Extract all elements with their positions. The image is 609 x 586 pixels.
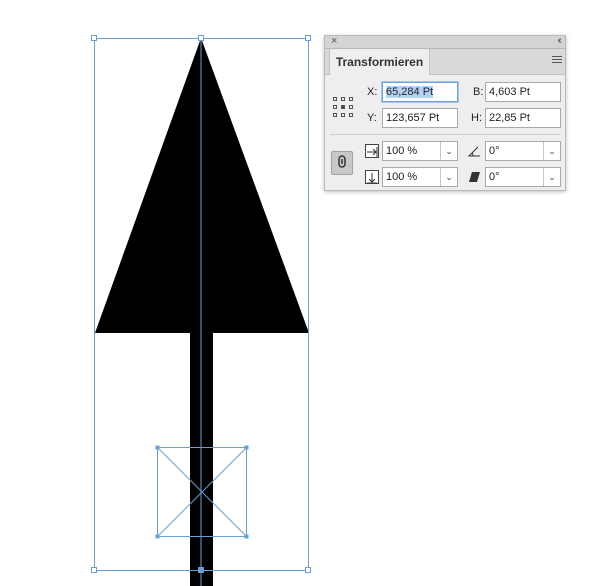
rotation-dropdown[interactable]: 0° ⌄ xyxy=(485,141,561,161)
panel-menu-icon[interactable] xyxy=(552,56,562,66)
chevron-down-icon[interactable]: ⌄ xyxy=(440,142,457,160)
rotation-angle-icon xyxy=(467,144,481,162)
scale-x-icon xyxy=(365,144,379,158)
chevron-down-icon[interactable]: ⌄ xyxy=(543,168,560,186)
handle-bottom-right[interactable] xyxy=(305,567,311,573)
scale-y-value: 100 % xyxy=(386,171,418,183)
scale-y-icon xyxy=(365,170,379,184)
height-label: H: xyxy=(471,112,482,124)
handle-top-center[interactable] xyxy=(198,35,204,41)
scale-y-dropdown[interactable]: 100 % ⌄ xyxy=(382,167,458,187)
x-label: X: xyxy=(367,86,378,98)
chevron-down-icon[interactable]: ⌄ xyxy=(440,168,457,186)
tab-transformieren[interactable]: Transformieren xyxy=(329,49,430,75)
shear-dropdown[interactable]: 0° ⌄ xyxy=(485,167,561,187)
transform-panel: × ‹‹ Transformieren X: 65,284 Pt B: 4,60… xyxy=(324,35,566,191)
width-label: B: xyxy=(473,86,484,98)
panel-divider xyxy=(330,134,560,135)
arrow-head-shape[interactable] xyxy=(95,38,309,333)
width-field[interactable]: 4,603 Pt xyxy=(485,82,561,102)
shear-icon xyxy=(468,170,481,188)
scale-x-value: 100 % xyxy=(386,145,418,157)
handle-top-left[interactable] xyxy=(91,35,97,41)
shear-value: 0° xyxy=(489,171,500,183)
handle-bottom-center[interactable] xyxy=(198,567,204,573)
scale-x-dropdown[interactable]: 100 % ⌄ xyxy=(382,141,458,161)
handle-top-right[interactable] xyxy=(305,35,311,41)
x-position-value: 65,284 Pt xyxy=(386,86,434,98)
collapse-icon[interactable]: ‹‹ xyxy=(557,34,561,48)
reference-point-icon[interactable] xyxy=(333,97,353,117)
constrain-proportions-button[interactable] xyxy=(331,151,353,175)
y-position-field[interactable]: 123,657 Pt xyxy=(382,108,458,128)
x-position-field[interactable]: 65,284 Pt xyxy=(382,82,458,102)
y-label: Y: xyxy=(367,112,377,124)
close-icon[interactable]: × xyxy=(331,34,337,48)
panel-titlebar[interactable]: × ‹‹ xyxy=(325,34,565,49)
height-field[interactable]: 22,85 Pt xyxy=(485,108,561,128)
chevron-down-icon[interactable]: ⌄ xyxy=(543,142,560,160)
rotation-value: 0° xyxy=(489,145,500,157)
handle-bottom-left[interactable] xyxy=(91,567,97,573)
panel-tab-row: Transformieren xyxy=(325,49,565,75)
chain-link-icon xyxy=(338,155,346,171)
